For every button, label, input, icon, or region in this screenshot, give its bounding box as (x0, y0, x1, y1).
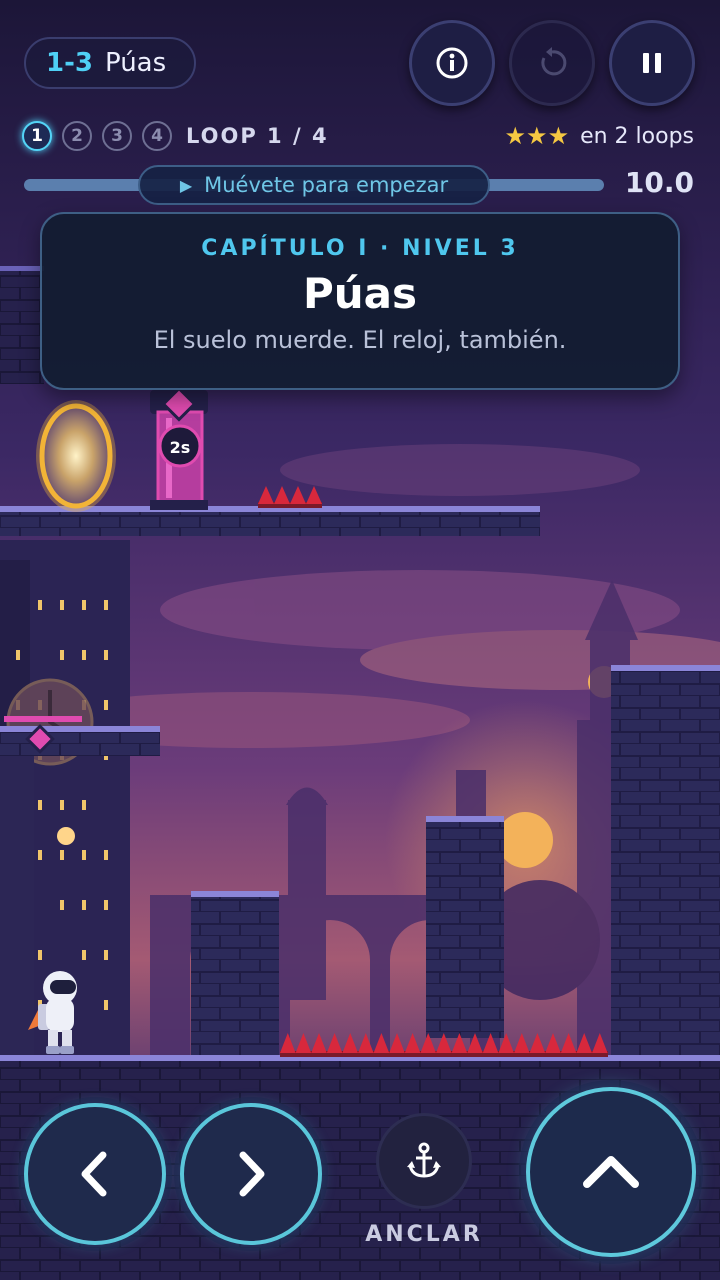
tower-window (60, 850, 64, 860)
restart-icon (541, 47, 567, 76)
pillar-2 (426, 816, 504, 1038)
tower-window (38, 950, 42, 960)
chapter-label: CAPÍTULO I · NIVEL 3 (201, 236, 519, 261)
tower-window (104, 650, 108, 660)
gate-timer: 2s (170, 438, 191, 457)
tower-window (104, 1000, 108, 1010)
chevron-up-icon (583, 1156, 639, 1188)
loop-dot: 2 (62, 121, 92, 151)
tower-window (104, 700, 108, 710)
tower-window (16, 650, 20, 660)
star-icons: ★★★ (504, 122, 570, 150)
restart-button[interactable] (509, 20, 595, 106)
start-hint: ▶ Muévete para empezar (138, 165, 490, 205)
tower-window (38, 600, 42, 610)
tower-window (82, 800, 86, 810)
info-icon (436, 47, 468, 79)
tower-window (82, 900, 86, 910)
loop-indicator: 1234 LOOP 1 / 4 (22, 118, 329, 154)
tower-window (82, 650, 86, 660)
level-title-card: CAPÍTULO I · NIVEL 3 Púas El suelo muerd… (40, 212, 680, 390)
level-subtitle: El suelo muerde. El reloj, también. (153, 326, 567, 354)
game-stage: 2s 1-3 Púas 1 2 3 4 LOOP 1 / 4 ★★★ en 2 … (0, 0, 720, 1280)
tower-window (60, 600, 64, 610)
tower-window (104, 950, 108, 960)
level-pill: 1-3 Púas (24, 37, 196, 89)
loop-label: LOOP 1 / 4 (186, 124, 329, 148)
move-left-button[interactable] (24, 1103, 166, 1245)
left-pillar (0, 756, 34, 1056)
loop-dot: 1 (22, 121, 52, 151)
chevron-left-icon (81, 1151, 107, 1197)
tower-window (38, 800, 42, 810)
anchor-label: ANCLAR (365, 1222, 483, 1247)
tower-window (104, 900, 108, 910)
street-lamp (57, 827, 75, 845)
loop-dot: 3 (102, 121, 132, 151)
star-goal: ★★★ en 2 loops (505, 118, 694, 154)
chevron-right-icon (239, 1151, 265, 1197)
loop-dots: 1234 (22, 121, 182, 151)
pillar-1 (191, 891, 279, 1057)
pause-icon (643, 53, 661, 73)
anchor-button[interactable] (376, 1113, 472, 1209)
tower-window (104, 600, 108, 610)
tower-window (82, 850, 86, 860)
jump-button[interactable] (526, 1087, 696, 1257)
start-hint-text: Muévete para empezar (204, 173, 449, 197)
tower-window (60, 800, 64, 810)
level-name: Púas (104, 48, 167, 78)
upper-left-wall (0, 268, 44, 384)
anchor-icon (407, 1142, 441, 1178)
pillar-3 (611, 665, 720, 1057)
timed-gate: 2s (150, 386, 208, 510)
tower-window (60, 900, 64, 910)
timer-value: 10.0 (624, 166, 694, 199)
star-goal-text: en 2 loops (580, 123, 694, 149)
tower-window (38, 850, 42, 860)
info-button[interactable] (409, 20, 495, 106)
play-icon: ▶ (179, 175, 193, 195)
loop-dot: 4 (142, 121, 172, 151)
level-title: Púas (302, 269, 418, 318)
tower-window (60, 650, 64, 660)
portal (36, 400, 116, 512)
sun (497, 812, 553, 868)
tower-window (82, 600, 86, 610)
tower-window (104, 850, 108, 860)
pause-button[interactable] (609, 20, 695, 106)
level-number: 1-3 (46, 48, 93, 78)
move-right-button[interactable] (180, 1103, 322, 1245)
tower-window (82, 950, 86, 960)
